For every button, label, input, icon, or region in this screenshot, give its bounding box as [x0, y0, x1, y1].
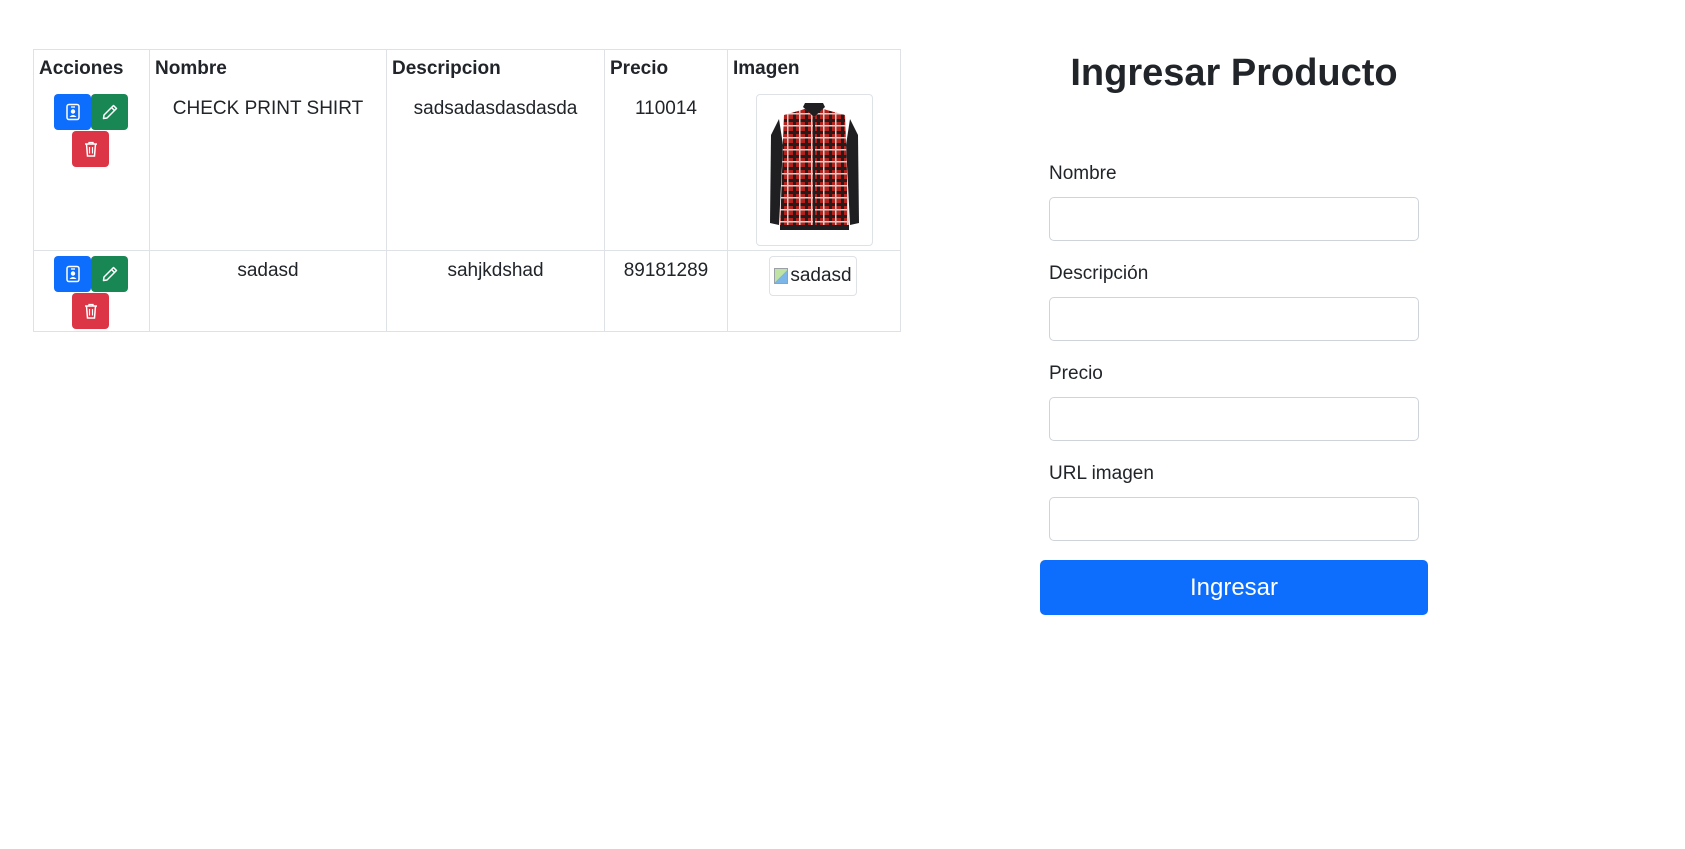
edit-button[interactable]	[91, 93, 128, 130]
person-badge-icon	[65, 265, 80, 282]
precio-label: Precio	[1049, 363, 1103, 384]
edit-button[interactable]	[91, 255, 128, 292]
header-acciones: Acciones	[33, 49, 150, 94]
trash-icon	[84, 303, 97, 319]
precio-input[interactable]	[1049, 397, 1419, 441]
table-header-row: Acciones Nombre Descripcion Precio Image…	[33, 49, 901, 94]
header-precio: Precio	[604, 49, 728, 94]
delete-button[interactable]	[72, 130, 109, 167]
actions-cell	[33, 93, 150, 251]
pencil-icon	[102, 104, 117, 119]
nombre-label: Nombre	[1049, 163, 1117, 184]
product-description: sadsadasdasdasda	[386, 93, 605, 251]
descripcion-label: Descripción	[1049, 263, 1149, 284]
pencil-icon	[102, 266, 117, 281]
broken-image-icon	[774, 267, 789, 284]
header-descripcion: Descripcion	[386, 49, 605, 94]
table-row: CHECK PRINT SHIRT sadsadasdasdasda 11001…	[33, 93, 901, 251]
table-row: sadasd sahjkdshad 89181289 sadasd	[33, 249, 901, 333]
url-imagen-label: URL imagen	[1049, 463, 1154, 484]
product-price: 110014	[604, 93, 728, 251]
image-cell: sadasd	[727, 249, 901, 333]
image-cell	[727, 93, 901, 251]
product-price: 89181289	[604, 249, 728, 333]
url-imagen-input[interactable]	[1049, 497, 1419, 541]
products-table: Acciones Nombre Descripcion Precio Image…	[33, 49, 901, 333]
actions-cell	[33, 249, 150, 333]
delete-button[interactable]	[72, 292, 109, 329]
nombre-input[interactable]	[1049, 197, 1419, 241]
header-nombre: Nombre	[149, 49, 387, 94]
product-name: CHECK PRINT SHIRT	[149, 93, 387, 251]
product-name: sadasd	[149, 249, 387, 333]
form-title: Ingresar Producto	[1070, 52, 1398, 94]
product-thumbnail: sadasd	[769, 255, 857, 296]
trash-icon	[84, 141, 97, 157]
view-button[interactable]	[54, 255, 91, 292]
header-imagen: Imagen	[727, 49, 901, 94]
image-alt-text: sadasd	[790, 264, 852, 286]
product-description: sahjkdshad	[386, 249, 605, 333]
view-button[interactable]	[54, 93, 91, 130]
product-thumbnail	[756, 93, 873, 246]
ingresar-button[interactable]: Ingresar	[1040, 560, 1428, 615]
descripcion-input[interactable]	[1049, 297, 1419, 341]
person-badge-icon	[65, 103, 80, 120]
plaid-shirt-image	[770, 102, 859, 230]
